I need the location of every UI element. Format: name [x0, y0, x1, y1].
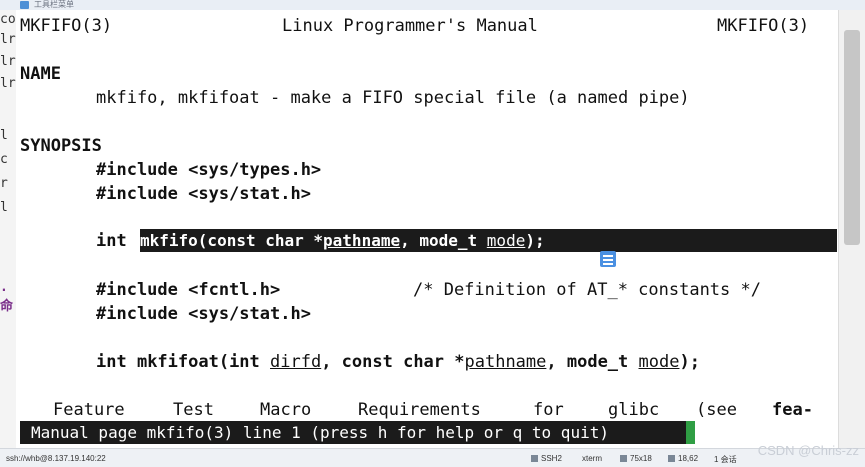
size-text: 75x18 [630, 454, 652, 463]
name-description: mkfifo, mkfifoat - make a FIFO special f… [96, 88, 690, 108]
proto1-arg-mode: mode [486, 231, 526, 250]
cursor-icon [668, 455, 675, 462]
feature-word: for [533, 400, 564, 420]
include-line: #include <fcntl.h> [96, 279, 280, 301]
background-window-strip: co lr lr lr l c r l . 命 [0, 10, 17, 448]
proto2-arg-mode: mode [638, 352, 680, 372]
feature-word: glibc [608, 400, 660, 420]
feature-word: (see [696, 400, 737, 420]
include-line: #include <sys/stat.h> [96, 184, 311, 204]
strip-text: lr [0, 54, 16, 69]
strip-text: l [0, 200, 8, 215]
mkfifoat-prototype: int mkfifoat(int dirfd, const char *path… [96, 351, 700, 373]
session-status-bar: ssh://whb@8.137.19.140:22 SSH2 xterm 75x… [0, 448, 865, 467]
proto1-arg-pathname: pathname [323, 231, 401, 250]
mkfifo-prototype-selection[interactable]: mkfifo(const char *pathname, mode_t mode… [140, 229, 837, 252]
strip-text: co [0, 12, 16, 27]
feature-word: Macro [260, 400, 312, 420]
pager-status-line: Manual page mkfifo(3) line 1 (press h fo… [20, 421, 694, 444]
include-line: #include <sys/types.h> [96, 160, 322, 180]
watermark: CSDN @Chris-zz [757, 443, 859, 458]
protocol-label: SSH2 [531, 454, 562, 463]
proto2-arg-pathname: pathname [464, 352, 547, 372]
protocol-text: SSH2 [541, 454, 562, 463]
strip-text: l [0, 128, 8, 143]
connection-address: ssh://whb@8.137.19.140:22 [6, 454, 106, 463]
strip-text: . 命 [0, 280, 14, 314]
proto2-sep: , const char * [321, 352, 465, 372]
proto1-fn: mkfifo(const char * [140, 231, 324, 250]
strip-text: lr [0, 76, 16, 91]
strip-text: c [0, 152, 8, 167]
proto2-mid: , mode_t [546, 352, 639, 372]
section-name-heading: NAME [20, 64, 61, 84]
strip-text: lr [0, 32, 16, 47]
app-icon [20, 1, 29, 9]
man-header-right: MKFIFO(3) [717, 16, 810, 36]
session-count: 1 会话 [714, 455, 737, 464]
lock-icon [531, 455, 538, 462]
feature-word: Feature [53, 400, 125, 420]
terminal-size: 75x18 [620, 454, 652, 463]
man-header-center: Linux Programmer's Manual [282, 16, 538, 36]
cursor-text: 18,62 [678, 454, 699, 463]
window-title: 工具栏菜单 [34, 0, 74, 9]
strip-text: r [0, 176, 8, 191]
proto2-fn: mkfifoat(int [136, 352, 271, 372]
feature-word: Requirements [358, 400, 481, 420]
include-text: #include <fcntl.h> [96, 280, 281, 300]
proto1-mid: , mode_t [400, 231, 487, 250]
proto2-end: ); [679, 352, 700, 372]
proto2-ret: int [96, 352, 137, 372]
proto2-arg-dirfd: dirfd [270, 352, 322, 372]
terminal-scrollbar[interactable] [838, 10, 865, 448]
document-icon[interactable] [600, 251, 616, 267]
feature-word: Test [173, 400, 214, 420]
section-synopsis-heading: SYNOPSIS [20, 136, 102, 156]
pager-status-text: Manual page mkfifo(3) line 1 (press h fo… [31, 423, 609, 442]
resize-icon [620, 455, 627, 462]
include-line: #include <sys/stat.h> [96, 304, 311, 324]
feature-word: fea- [772, 400, 813, 420]
cursor-position: 18,62 [668, 454, 698, 463]
terminal-type: xterm [582, 454, 602, 463]
man-header-left: MKFIFO(3) [20, 16, 113, 36]
terminal-cursor [686, 421, 695, 444]
proto1-end: ); [525, 231, 545, 250]
scrollbar-thumb[interactable] [844, 30, 860, 245]
include-comment: /* Definition of AT_* constants */ [413, 280, 761, 300]
proto1-return-type: int [96, 231, 137, 251]
